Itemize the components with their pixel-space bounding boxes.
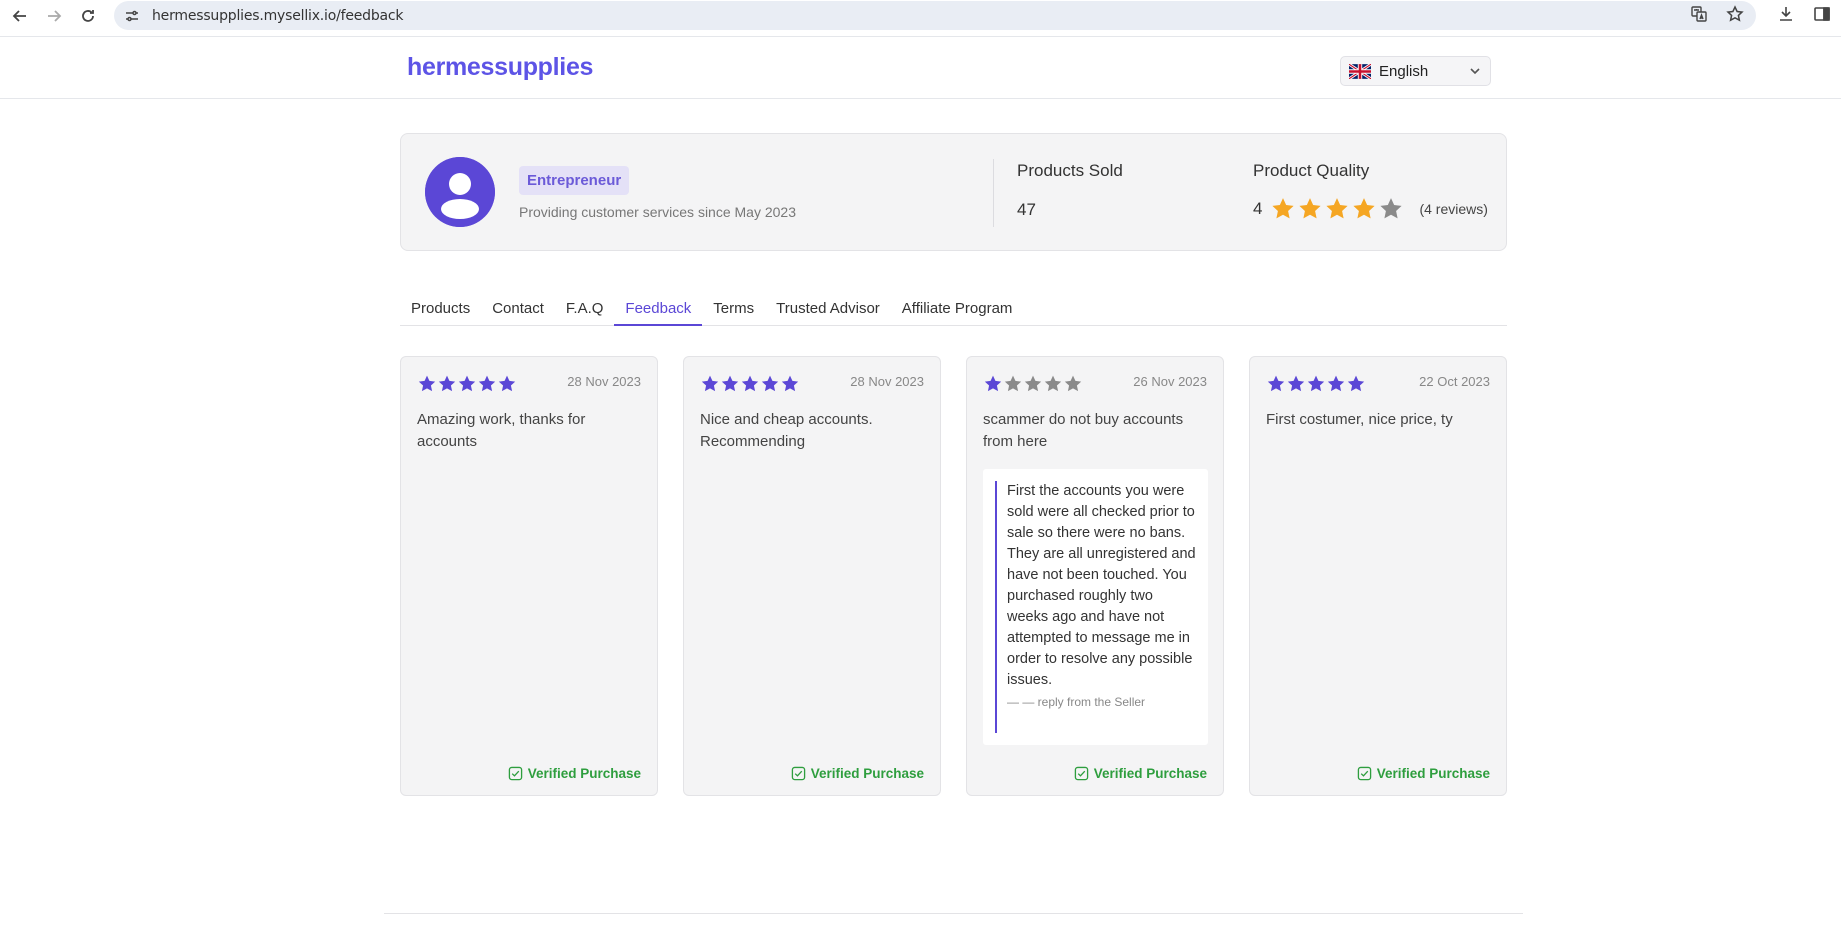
star-icon [1287, 375, 1305, 392]
quality-stars [1270, 196, 1405, 222]
feedback-stars [1266, 374, 1366, 394]
footer-divider [384, 913, 1523, 914]
verified-label: Verified Purchase [810, 766, 924, 781]
feedback-text: First costumer, nice price, ty [1266, 411, 1453, 428]
products-sold-value: 47 [1017, 200, 1036, 219]
verified-purchase: Verified Purchase [1357, 766, 1490, 781]
forward-icon[interactable] [42, 4, 66, 28]
star-icon [1024, 375, 1042, 392]
feedback-date: 22 Oct 2023 [1419, 374, 1490, 389]
tab-faq[interactable]: F.A.Q [555, 296, 615, 326]
star-icon [701, 375, 719, 392]
side-panel-icon[interactable] [1813, 5, 1831, 23]
brand-logo[interactable]: hermessupplies [407, 53, 593, 82]
verified-purchase: Verified Purchase [1074, 766, 1207, 781]
avatar [425, 157, 495, 227]
feedback-stars [983, 374, 1083, 394]
star-icon [1326, 198, 1349, 219]
star-icon [1299, 198, 1322, 219]
star-icon [1353, 198, 1376, 219]
verified-label: Verified Purchase [1376, 766, 1490, 781]
star-icon [1064, 375, 1082, 392]
verified-label: Verified Purchase [1093, 766, 1207, 781]
star-icon [1327, 375, 1345, 392]
tab-contact[interactable]: Contact [481, 296, 555, 326]
star-icon [1380, 198, 1403, 219]
seller-badge: Entrepreneur [519, 166, 630, 195]
chevron-down-icon [1470, 68, 1480, 75]
product-quality-label: Product Quality [1253, 161, 1370, 180]
tab-products[interactable]: Products [400, 296, 481, 326]
star-icon [761, 375, 779, 392]
site-settings-icon[interactable] [124, 8, 140, 24]
browser-toolbar: hermessupplies.mysellix.io/feedback [0, 0, 1841, 31]
quality-value: 4 [1253, 199, 1263, 218]
feedback-date: 28 Nov 2023 [567, 374, 641, 389]
seller-reply-text: First the accounts you were sold were al… [1007, 483, 1196, 688]
tab-affiliate-program[interactable]: Affiliate Program [891, 296, 1024, 326]
seller-since: Providing customer services since May 20… [519, 204, 797, 220]
download-icon[interactable] [1777, 5, 1795, 23]
store-tabs: Products Contact F.A.Q Feedback Terms Tr… [400, 296, 1507, 326]
feedback-stars [700, 374, 800, 394]
tab-terms[interactable]: Terms [702, 296, 765, 326]
feedback-date: 26 Nov 2023 [1133, 374, 1207, 389]
reload-icon[interactable] [76, 4, 100, 28]
feedback-list: 28 Nov 2023 Amazing work, thanks for acc… [400, 356, 1507, 796]
verified-purchase: Verified Purchase [791, 766, 924, 781]
feedback-card: 28 Nov 2023 Nice and cheap accounts. Rec… [683, 356, 941, 796]
language-label: English [1379, 62, 1429, 80]
language-select[interactable]: English [1340, 56, 1491, 86]
address-bar[interactable]: hermessupplies.mysellix.io/feedback [114, 1, 1756, 30]
site-header: hermessupplies English [0, 37, 1841, 99]
star-icon [741, 375, 759, 392]
feedback-text: scammer do not buy accounts from here [983, 411, 1184, 450]
feedback-text: Nice and cheap accounts. Recommending [700, 411, 873, 450]
star-icon [458, 375, 476, 392]
url-text: hermessupplies.mysellix.io/feedback [152, 7, 404, 24]
star-icon [418, 375, 436, 392]
star-icon [1272, 198, 1295, 219]
verified-label: Verified Purchase [527, 766, 641, 781]
feedback-card: 22 Oct 2023 First costumer, nice price, … [1249, 356, 1507, 796]
star-icon [438, 375, 456, 392]
translate-icon[interactable] [1690, 5, 1708, 23]
star-icon [721, 375, 739, 392]
seller-profile-card: Entrepreneur Providing customer services… [400, 133, 1507, 251]
reviews-count[interactable]: (4 reviews) [1419, 201, 1487, 217]
uk-flag-icon [1349, 63, 1371, 79]
products-sold-label: Products Sold [1017, 161, 1123, 180]
feedback-text: Amazing work, thanks for accounts [417, 411, 586, 450]
bookmark-star-icon[interactable] [1726, 5, 1744, 23]
check-square-icon [791, 766, 805, 781]
star-icon [498, 375, 516, 392]
check-square-icon [1074, 766, 1088, 781]
feedback-stars [417, 374, 517, 394]
star-icon [1307, 375, 1325, 392]
star-icon [1004, 375, 1022, 392]
star-icon [1347, 375, 1365, 392]
profile-divider [993, 159, 994, 227]
star-icon [781, 375, 799, 392]
product-quality-rating: 4 (4 reviews) [1253, 196, 1488, 222]
feedback-date: 28 Nov 2023 [850, 374, 924, 389]
feedback-card: 28 Nov 2023 Amazing work, thanks for acc… [400, 356, 658, 796]
seller-reply-quote: First the accounts you were sold were al… [995, 481, 1198, 733]
check-square-icon [508, 766, 522, 781]
feedback-card: 26 Nov 2023 scammer do not buy accounts … [966, 356, 1224, 796]
star-icon [984, 375, 1002, 392]
verified-purchase: Verified Purchase [508, 766, 641, 781]
back-icon[interactable] [8, 4, 32, 28]
star-icon [1267, 375, 1285, 392]
star-icon [1044, 375, 1062, 392]
tab-trusted-advisor[interactable]: Trusted Advisor [765, 296, 891, 326]
star-icon [478, 375, 496, 392]
tab-feedback[interactable]: Feedback [614, 296, 703, 326]
seller-reply: First the accounts you were sold were al… [983, 469, 1208, 745]
check-square-icon [1357, 766, 1371, 781]
seller-reply-from: — — reply from the Seller [1007, 695, 1146, 709]
user-icon [425, 157, 495, 227]
